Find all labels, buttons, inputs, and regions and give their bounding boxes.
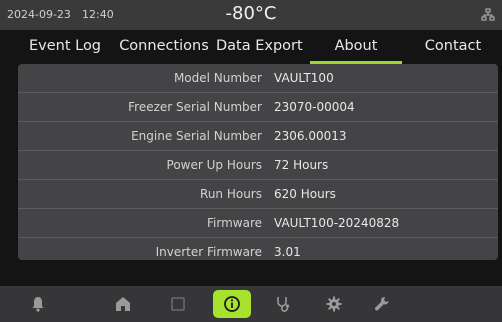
display-button[interactable]	[159, 290, 197, 318]
row-label: Firmware	[207, 216, 262, 230]
info-row: Engine Serial Number 2306.00013	[18, 122, 498, 151]
row-value: 3.01	[274, 245, 301, 259]
tab-event-log[interactable]: Event Log	[22, 30, 108, 64]
bottom-nav	[0, 286, 502, 322]
tab-contact[interactable]: Contact	[414, 30, 492, 64]
row-value: 620 Hours	[274, 187, 336, 201]
info-row: Freezer Serial Number 23070-00004	[18, 93, 498, 122]
status-bar: 2024-09-23 12:40 -80°C	[0, 0, 502, 30]
temperature-readout: -80°C	[225, 3, 277, 24]
row-value: VAULT100	[274, 71, 334, 85]
info-row: Inverter Firmware 3.01	[18, 238, 498, 260]
tab-about[interactable]: About	[310, 30, 402, 64]
stethoscope-icon	[277, 297, 290, 312]
row-label: Freezer Serial Number	[128, 100, 262, 114]
row-label: Inverter Firmware	[155, 245, 262, 259]
bell-icon	[32, 297, 44, 312]
tab-bar: Event Log Connections Data Export About …	[0, 30, 502, 64]
info-row: Power Up Hours 72 Hours	[18, 151, 498, 180]
home-button[interactable]	[104, 290, 142, 318]
settings-button[interactable]	[315, 290, 353, 318]
alarms-button[interactable]	[19, 290, 57, 318]
info-row: Run Hours 620 Hours	[18, 180, 498, 209]
row-value: VAULT100-20240828	[274, 216, 400, 230]
gear-icon	[326, 296, 342, 312]
tab-data-export[interactable]: Data Export	[216, 30, 303, 64]
network-icon	[481, 8, 495, 21]
row-label: Model Number	[173, 71, 262, 85]
row-label: Run Hours	[200, 187, 262, 201]
diagnostics-button[interactable]	[264, 290, 302, 318]
info-row: Model Number VAULT100	[18, 64, 498, 93]
row-label: Power Up Hours	[166, 158, 262, 172]
info-row: Firmware VAULT100-20240828	[18, 209, 498, 238]
row-value: 23070-00004	[274, 100, 355, 114]
tab-connections[interactable]: Connections	[116, 30, 212, 64]
about-button[interactable]	[213, 290, 251, 318]
row-label: Engine Serial Number	[131, 129, 262, 143]
service-button[interactable]	[363, 290, 401, 318]
info-icon	[224, 296, 240, 312]
about-panel: Model Number VAULT100 Freezer Serial Num…	[18, 64, 498, 260]
wrench-icon	[374, 297, 389, 311]
home-icon	[116, 297, 130, 311]
square-icon	[171, 297, 185, 311]
row-value: 72 Hours	[274, 158, 329, 172]
row-value: 2306.00013	[274, 129, 347, 143]
